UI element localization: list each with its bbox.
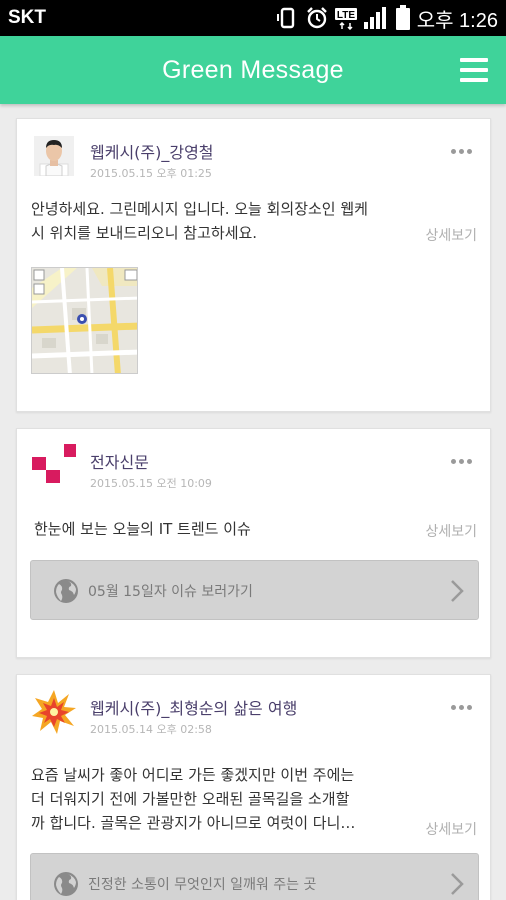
message-card[interactable]: 웹케시(주)_최형순의 삶은 여행 2015.05.14 오후 02:58 요즘…: [16, 674, 491, 900]
globe-icon: [53, 871, 79, 900]
message-text: 요즘 날씨가 좋아 어디로 가든 좋겠지만 이번 주에는 더 더워지기 전에 가…: [31, 763, 355, 835]
post-date: 2015.05.15 오전 10:09: [90, 477, 212, 490]
more-options-icon[interactable]: [451, 705, 472, 710]
status-icons: LTE 오후 1:26: [275, 4, 498, 32]
link-title: 05월 15일자 이슈 보러가기: [88, 584, 253, 600]
view-details-link[interactable]: 상세보기: [425, 225, 477, 245]
app-title: Green Message: [162, 56, 344, 84]
message-line: 까 합니다. 골목은 관광지가 아니므로 여럿이 다니…: [31, 814, 356, 832]
chevron-right-icon: [450, 579, 464, 607]
card-header: 전자신문 2015.05.15 오전 10:09: [17, 429, 490, 499]
avatar[interactable]: [34, 136, 74, 177]
post-date: 2015.05.14 오후 02:58: [90, 723, 212, 736]
post-date: 2015.05.15 오후 01:25: [90, 167, 212, 180]
link-preview-button[interactable]: 진정한 소통이 무엇인지 일깨워 주는 곳: [30, 853, 479, 900]
message-line: 시 위치를 보내드리오니 참고하세요.: [31, 224, 258, 242]
channel-logo-icon[interactable]: [32, 444, 76, 486]
lte-icon: LTE: [334, 6, 357, 30]
status-bar: SKT LTE 오후 1:26: [0, 0, 506, 36]
message-card[interactable]: 전자신문 2015.05.15 오전 10:09 한눈에 보는 오늘의 IT 트…: [16, 428, 491, 658]
author-name[interactable]: 전자신문: [90, 449, 149, 473]
battery-icon: [395, 5, 411, 31]
message-feed[interactable]: 웹케시(주)_강영철 2015.05.15 오후 01:25 안녕하세요. 그린…: [0, 104, 506, 900]
carrier-name: SKT: [8, 7, 46, 28]
hamburger-menu-icon[interactable]: [460, 58, 488, 82]
chevron-right-icon: [450, 872, 464, 900]
map-thumbnail[interactable]: [31, 267, 138, 374]
view-details-link[interactable]: 상세보기: [425, 819, 477, 839]
message-text: 안녕하세요. 그린메시지 입니다. 오늘 회의장소인 웹케 시 위치를 보내드리…: [31, 197, 368, 245]
globe-icon: [53, 578, 79, 608]
more-options-icon[interactable]: [451, 149, 472, 154]
vibrate-icon: [275, 6, 299, 30]
card-header: 웹케시(주)_강영철 2015.05.15 오후 01:25: [17, 119, 490, 189]
view-details-link[interactable]: 상세보기: [425, 521, 477, 541]
lte-label: LTE: [337, 10, 355, 21]
message-text: 한눈에 보는 오늘의 IT 트렌드 이슈: [34, 517, 251, 541]
explosion-avatar-icon[interactable]: [32, 690, 76, 734]
author-name[interactable]: 웹케시(주)_최형순의 삶은 여행: [90, 695, 297, 719]
app-bar: Green Message: [0, 36, 506, 104]
clock: 오후 1:26: [416, 9, 498, 32]
message-line: 한눈에 보는 오늘의 IT 트렌드 이슈: [34, 520, 251, 538]
message-line: 안녕하세요. 그린메시지 입니다. 오늘 회의장소인 웹케: [31, 200, 368, 218]
signal-icon: [363, 6, 389, 30]
message-line: 요즘 날씨가 좋아 어디로 가든 좋겠지만 이번 주에는: [31, 766, 355, 784]
message-line: 더 더워지기 전에 가볼만한 오래된 골목길을 소개할: [31, 790, 350, 808]
message-card[interactable]: 웹케시(주)_강영철 2015.05.15 오후 01:25 안녕하세요. 그린…: [16, 118, 491, 412]
card-header: 웹케시(주)_최형순의 삶은 여행 2015.05.14 오후 02:58: [17, 675, 490, 745]
author-name[interactable]: 웹케시(주)_강영철: [90, 139, 214, 163]
link-preview-button[interactable]: 05월 15일자 이슈 보러가기: [30, 560, 479, 620]
more-options-icon[interactable]: [451, 459, 472, 464]
alarm-icon: [305, 6, 329, 30]
link-title: 진정한 소통이 무엇인지 일깨워 주는 곳: [88, 877, 317, 893]
